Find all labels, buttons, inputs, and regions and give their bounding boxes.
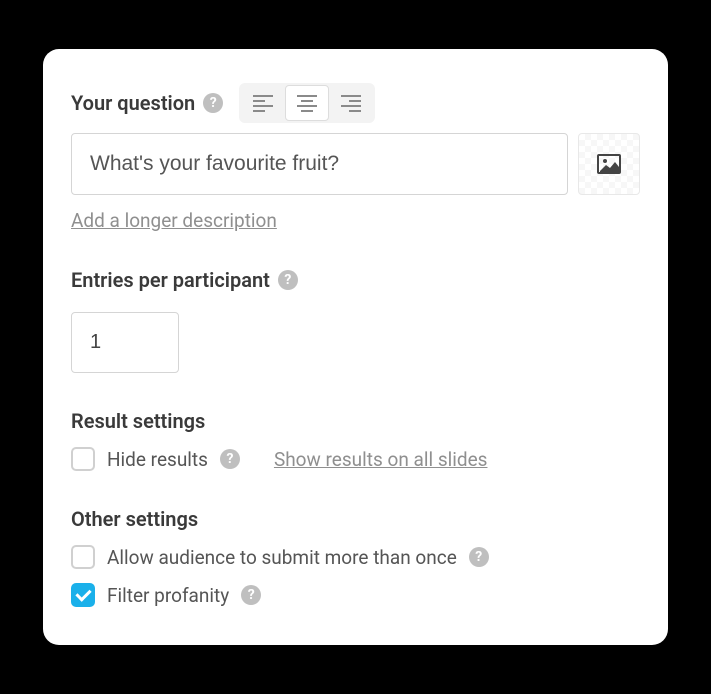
help-icon[interactable]: ? [203,93,223,113]
filter-profanity-checkbox[interactable] [71,583,95,607]
entries-input[interactable] [71,312,179,373]
filter-profanity-row: Filter profanity ? [71,583,640,607]
hide-results-label: Hide results [107,448,208,471]
question-input-row [71,133,640,195]
allow-multiple-label: Allow audience to submit more than once [107,546,457,569]
help-icon[interactable]: ? [241,585,261,605]
help-icon[interactable]: ? [278,270,298,290]
result-settings-label: Result settings [71,409,205,433]
help-icon[interactable]: ? [220,449,240,469]
align-center-button[interactable] [285,85,329,121]
entries-label: Entries per participant [71,268,270,292]
align-right-button[interactable] [329,85,373,121]
align-left-icon [253,95,273,112]
show-results-all-link[interactable]: Show results on all slides [274,448,488,471]
add-image-button[interactable] [578,133,640,195]
entries-header-row: Entries per participant ? [71,268,640,292]
question-input[interactable] [71,133,568,195]
other-settings-section: Other settings Allow audience to submit … [71,507,640,607]
entries-section: Entries per participant ? [71,268,640,373]
allow-multiple-checkbox[interactable] [71,545,95,569]
settings-panel: Your question ? [43,49,668,645]
help-icon[interactable]: ? [469,547,489,567]
align-left-button[interactable] [241,85,285,121]
question-header-row: Your question ? [71,83,640,123]
text-align-group [239,83,375,123]
align-center-icon [297,95,317,112]
hide-results-row: Hide results ? Show results on all slide… [71,447,640,471]
filter-profanity-label: Filter profanity [107,584,229,607]
add-description-link[interactable]: Add a longer description [71,209,277,232]
image-icon [597,154,621,174]
hide-results-checkbox[interactable] [71,447,95,471]
allow-multiple-row: Allow audience to submit more than once … [71,545,640,569]
align-right-icon [341,95,361,112]
question-label: Your question [71,91,195,115]
result-settings-section: Result settings Hide results ? Show resu… [71,409,640,471]
other-settings-label: Other settings [71,507,198,531]
